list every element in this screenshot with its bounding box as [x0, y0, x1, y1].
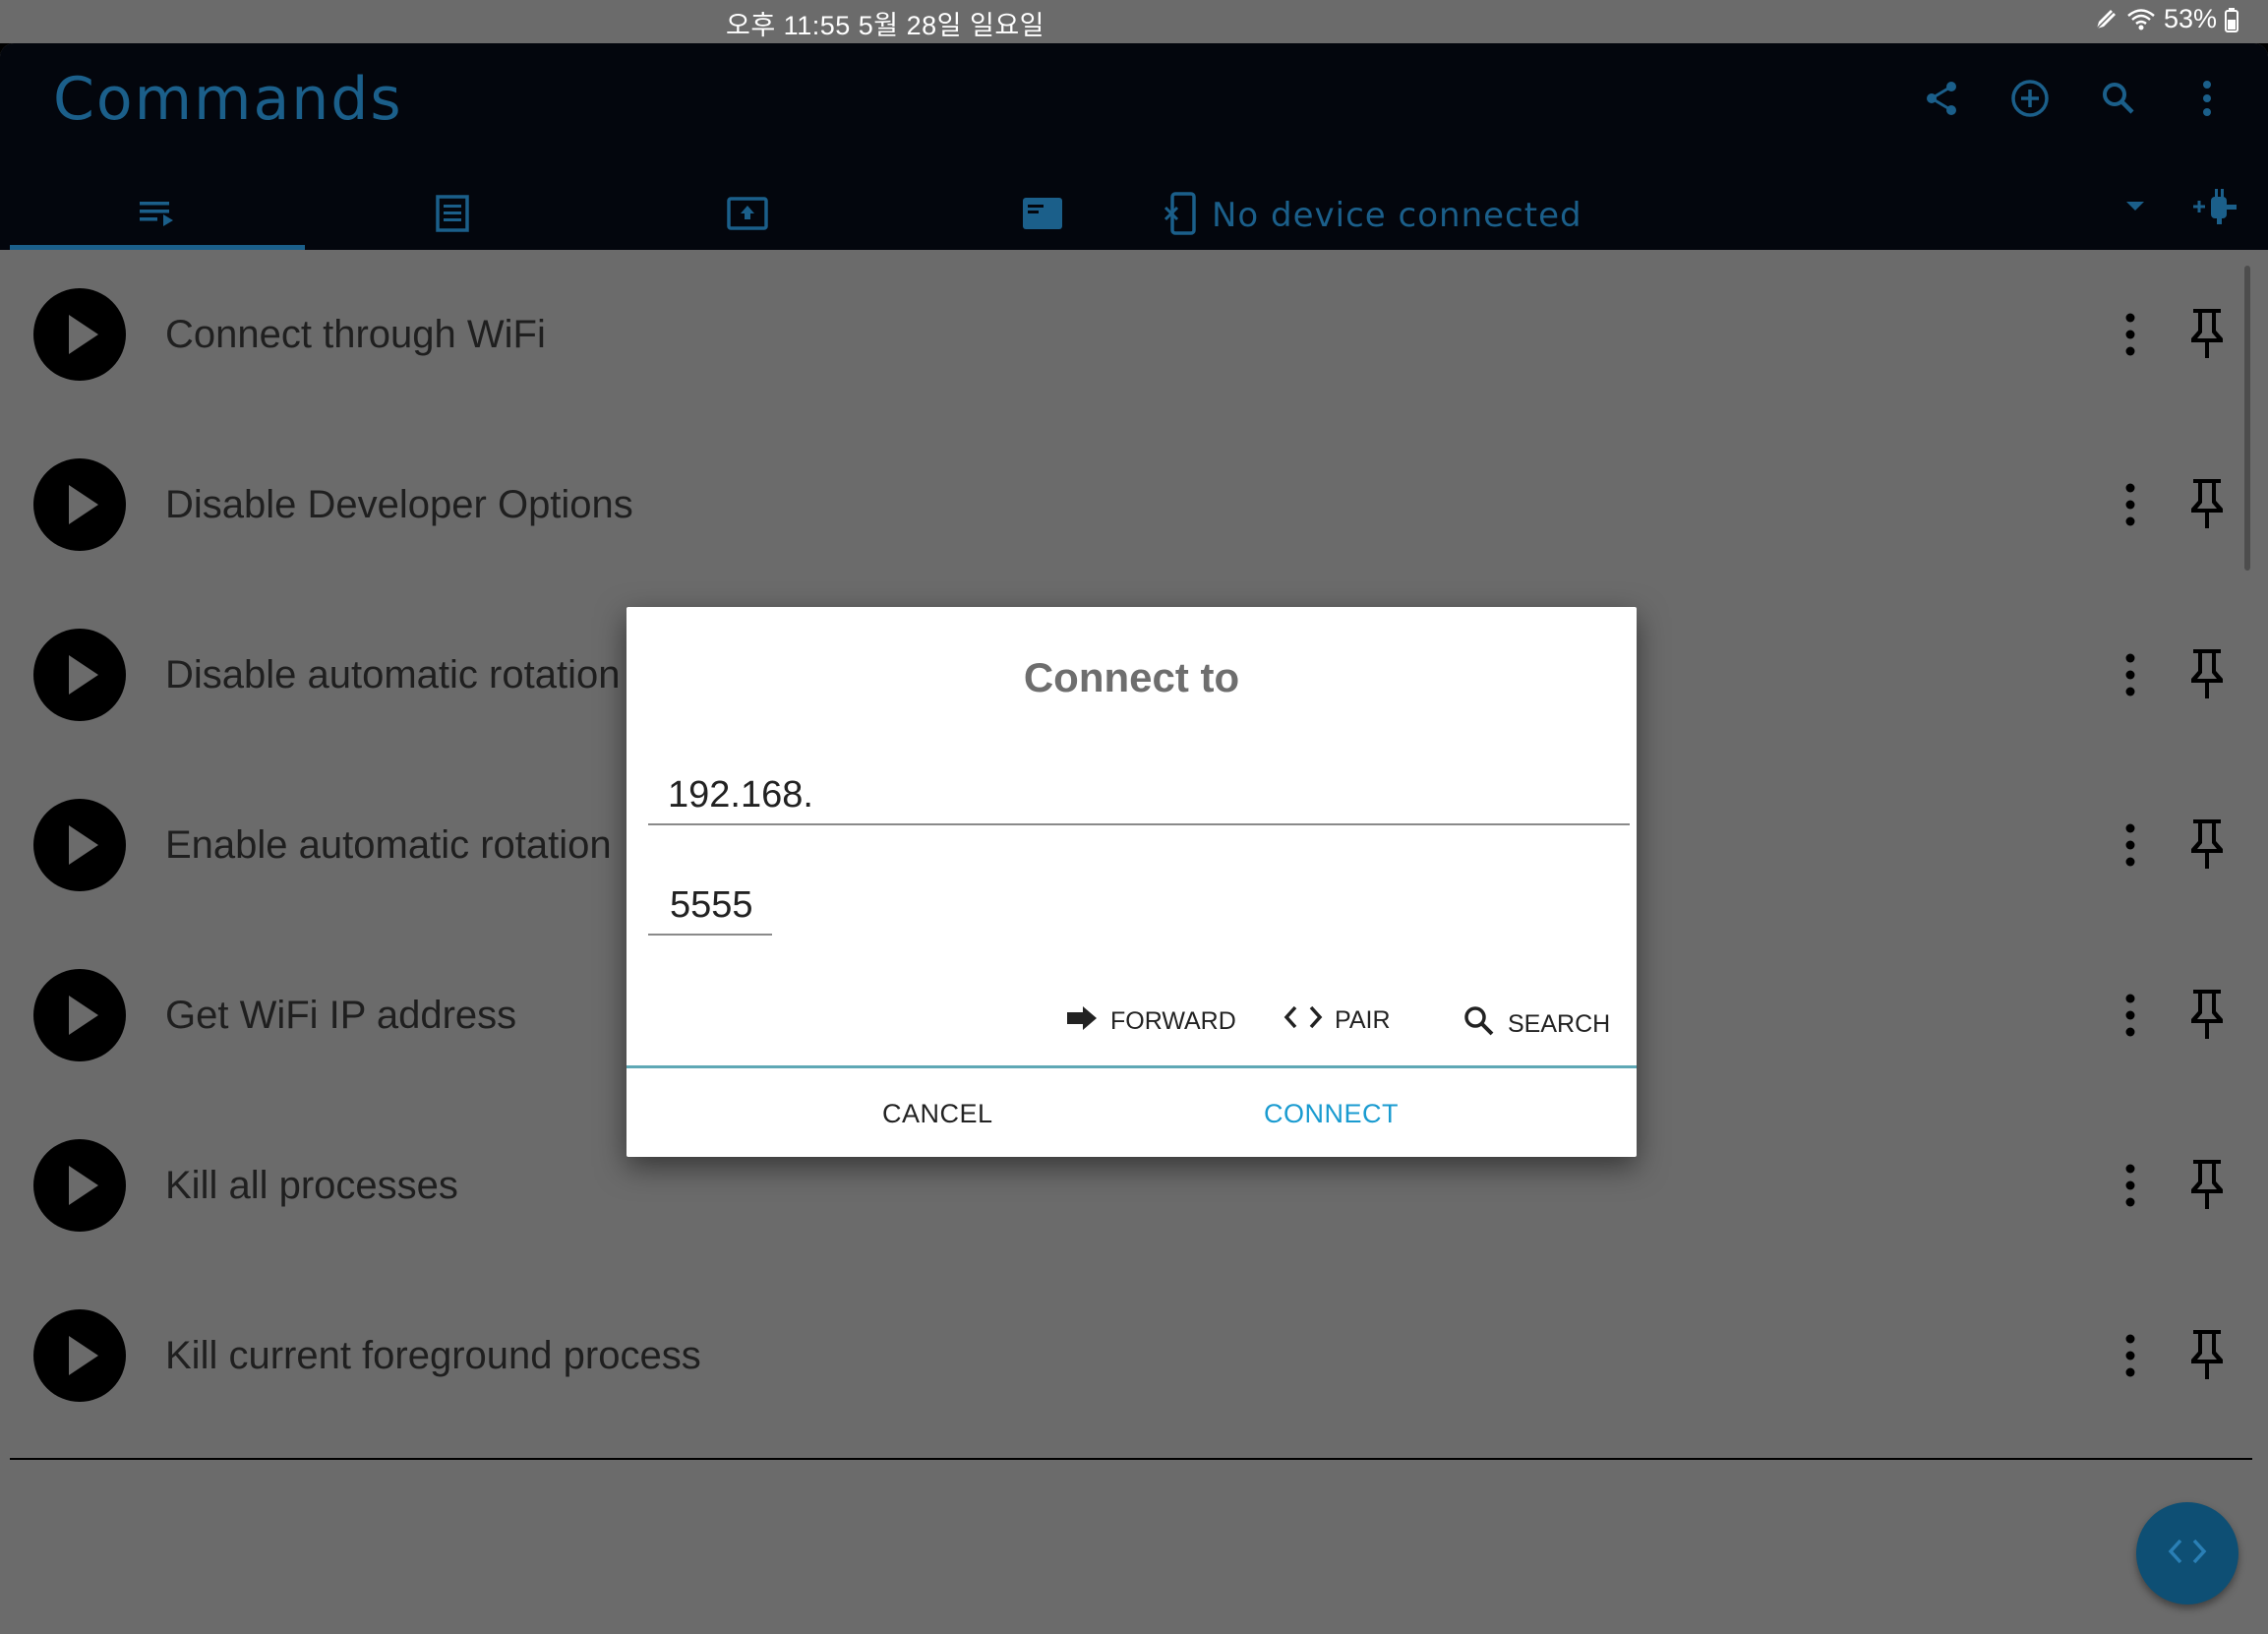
dialog-title: Connect to: [1023, 654, 1240, 700]
command-label: Enable automatic rotation: [165, 823, 612, 867]
play-icon[interactable]: [33, 629, 126, 721]
status-time-date: 오후 11:55 5월 28일 일요일: [726, 11, 1044, 40]
toolbar-actions: [1920, 77, 2229, 120]
more-vert-icon[interactable]: [2124, 992, 2136, 1039]
arrow-forward-icon: [1065, 1004, 1099, 1039]
connect-button[interactable]: CONNECT: [1264, 1099, 1399, 1129]
play-icon[interactable]: [33, 969, 126, 1061]
pin-icon[interactable]: [2187, 816, 2227, 871]
list-item[interactable]: Disable Developer Options: [10, 420, 2242, 590]
command-label: Connect through WiFi: [165, 313, 546, 356]
ip-field-underline: [648, 823, 1630, 825]
scrollbar[interactable]: [2244, 266, 2250, 571]
search-label: SEARCH: [1508, 1010, 1611, 1038]
phone-disconnected-icon: [1164, 191, 1198, 240]
play-icon[interactable]: [33, 1139, 126, 1232]
more-vert-icon[interactable]: [2124, 651, 2136, 698]
tab-notes[interactable]: [305, 181, 600, 250]
search-button[interactable]: SEARCH: [1462, 1004, 1610, 1045]
pair-button[interactable]: PAIR: [1283, 1004, 1391, 1037]
port-input[interactable]: [648, 884, 794, 927]
code-fab-button[interactable]: [2136, 1502, 2238, 1604]
pen-icon: [2093, 7, 2119, 32]
tab-upload-screen[interactable]: [600, 181, 895, 250]
add-circle-icon[interactable]: [2008, 77, 2052, 120]
commands-list-icon: [138, 199, 177, 233]
command-label: Get WiFi IP address: [165, 994, 517, 1037]
play-icon[interactable]: [33, 458, 126, 551]
forward-button[interactable]: FORWARD: [1065, 1004, 1236, 1039]
command-label: Disable automatic rotation: [165, 653, 621, 696]
cancel-button[interactable]: CANCEL: [882, 1099, 993, 1129]
app-window: Commands No device connected Connect thr…: [0, 43, 2268, 1634]
search-icon: [1462, 1004, 1496, 1045]
pair-label: PAIR: [1335, 1006, 1391, 1034]
list-item[interactable]: Kill current foreground process: [10, 1271, 2242, 1441]
connect-dialog: Connect to FORWARD PAIR: [627, 607, 1649, 1157]
command-label: Kill current foreground process: [165, 1334, 701, 1377]
more-vert-icon[interactable]: [2124, 481, 2136, 528]
tab-window[interactable]: [895, 181, 1190, 250]
code-icon: [2168, 1538, 2207, 1570]
page-title: Commands: [53, 65, 403, 134]
command-label: Kill all processes: [165, 1164, 458, 1207]
battery-percent: 53%: [2163, 4, 2217, 33]
device-selector[interactable]: No device connected: [1164, 181, 1582, 250]
ip-address-input[interactable]: [648, 774, 1649, 817]
list-item[interactable]: Connect through WiFi: [10, 250, 2242, 420]
share-icon[interactable]: [1920, 77, 1963, 120]
battery-icon: [2225, 7, 2238, 32]
list-divider: [10, 1458, 2252, 1460]
tab-commands-list[interactable]: [10, 181, 305, 250]
dialog-tool-actions: FORWARD PAIR SEARCH: [627, 1004, 1637, 1054]
more-vert-icon[interactable]: [2124, 1332, 2136, 1379]
port-field[interactable]: [648, 884, 794, 936]
pin-icon[interactable]: [2187, 1156, 2227, 1211]
pin-icon[interactable]: [2187, 475, 2227, 530]
code-icon: [1283, 1004, 1323, 1037]
status-bar: 오후 11:55 5월 28일 일요일 53%: [0, 0, 2268, 43]
upload-screen-icon: [726, 196, 769, 236]
pin-icon[interactable]: [2187, 645, 2227, 700]
pin-icon[interactable]: [2187, 305, 2227, 360]
notes-icon: [435, 194, 470, 238]
add-plug-icon[interactable]: [2191, 187, 2238, 231]
pin-icon[interactable]: [2187, 986, 2227, 1041]
chevron-down-icon[interactable]: [2124, 199, 2146, 217]
port-field-underline: [648, 934, 772, 936]
status-icons: 53%: [2093, 4, 2238, 34]
more-vert-icon[interactable]: [2124, 311, 2136, 358]
more-vert-icon[interactable]: [2124, 1162, 2136, 1209]
more-vert-icon[interactable]: [2124, 821, 2136, 869]
app-bar: Commands No device connected: [0, 43, 2268, 250]
pin-icon[interactable]: [2187, 1326, 2227, 1381]
more-vert-icon[interactable]: [2185, 77, 2229, 120]
play-icon[interactable]: [33, 1309, 126, 1402]
forward-label: FORWARD: [1110, 1007, 1236, 1035]
tab-bar: [10, 181, 2268, 250]
dialog-separator: [627, 1065, 1637, 1068]
play-icon[interactable]: [33, 799, 126, 891]
search-icon[interactable]: [2097, 77, 2140, 120]
command-label: Disable Developer Options: [165, 483, 633, 526]
window-icon: [1021, 196, 1064, 236]
wifi-icon: [2126, 7, 2156, 32]
device-status-label: No device connected: [1212, 196, 1582, 235]
ip-address-field[interactable]: [648, 774, 1649, 825]
play-icon[interactable]: [33, 288, 126, 381]
